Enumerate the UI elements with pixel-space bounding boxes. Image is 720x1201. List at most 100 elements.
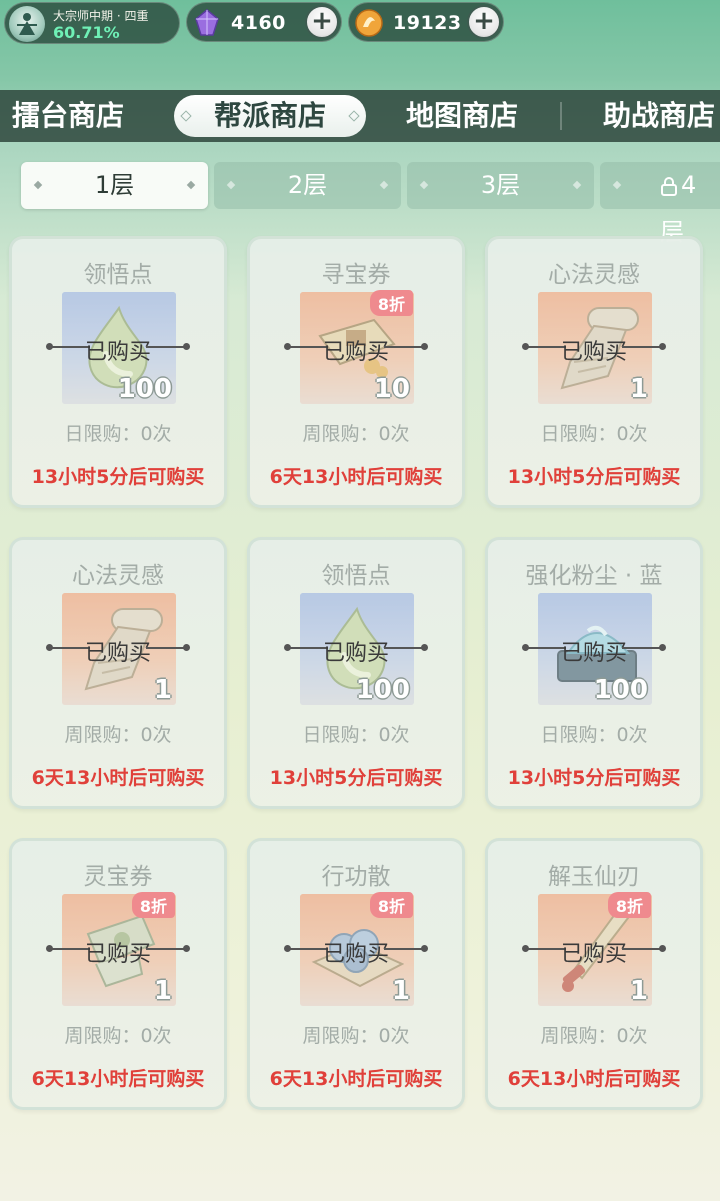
item-name: 领悟点 — [321, 563, 391, 589]
purchased-dot — [421, 343, 428, 350]
restock-timer: 6天13小时后可购买 — [507, 1068, 681, 1090]
floor-tab-label: 2层 — [287, 171, 328, 199]
sect-emblem-icon — [17, 13, 37, 35]
avatar[interactable] — [9, 6, 45, 42]
discount-badge: 8折 — [369, 290, 413, 316]
floor-tab-ornament — [186, 180, 196, 190]
item-quantity: 1 — [153, 675, 172, 705]
purchased-line — [50, 948, 90, 950]
shop-item-card[interactable]: 寻宝券 10 8折 已购买 周限购：0次 6天13小时后可购买 — [247, 236, 465, 508]
floor-tab-ornament — [33, 180, 43, 190]
restock-timer: 13小时5分后可购买 — [507, 767, 681, 789]
purchase-limit: 日限购：0次 — [64, 423, 172, 445]
floor-tab-ornament — [379, 180, 389, 190]
coin-amount: 19123 — [393, 12, 462, 34]
purchased-line — [384, 346, 424, 348]
item-quantity: 10 — [373, 374, 410, 404]
rank-progress: 60.71% — [53, 23, 120, 42]
tab-ornament-right — [348, 110, 360, 122]
item-quantity: 1 — [629, 374, 648, 404]
item-quantity: 1 — [153, 976, 172, 1006]
add-gem-button[interactable]: + — [305, 5, 339, 39]
tab-map-shop[interactable]: 地图商店 — [406, 90, 518, 142]
floor-tab-4[interactable]: 4层 — [600, 162, 720, 246]
lock-icon — [661, 177, 677, 196]
item-name: 强化粉尘 · 蓝 — [525, 563, 663, 589]
top-status-bar: 大宗师中期 · 四重 60.71% 4160 + 19123 + — [0, 0, 720, 46]
purchased-label: 已购买 — [84, 641, 151, 666]
purchased-line — [288, 346, 328, 348]
purchased-label: 已购买 — [322, 942, 389, 967]
item-quantity: 1 — [391, 976, 410, 1006]
purchased-line — [288, 948, 328, 950]
shop-item-card[interactable]: 强化粉尘 · 蓝 100 已购买 日限购：0次 13小时5分后可购买 — [485, 537, 703, 809]
discount-badge: 8折 — [131, 892, 175, 918]
purchased-line — [384, 948, 424, 950]
purchased-marker: 已购买 — [12, 635, 224, 666]
discount-badge: 8折 — [369, 892, 413, 918]
purchase-limit: 周限购：0次 — [64, 724, 172, 746]
item-name: 解玉仙刃 — [548, 864, 640, 890]
rank-title: 大宗师中期 · 四重 — [53, 9, 149, 23]
purchased-label: 已购买 — [560, 942, 627, 967]
purchased-line — [526, 647, 566, 649]
purchased-dot — [183, 644, 190, 651]
floor-tab-ornament — [226, 180, 236, 190]
shop-item-card[interactable]: 领悟点 100 已购买 日限购：0次 13小时5分后可购买 — [247, 537, 465, 809]
purchased-line — [146, 948, 186, 950]
purchased-label: 已购买 — [322, 340, 389, 365]
item-name: 行功散 — [321, 864, 391, 890]
restock-timer: 6天13小时后可购买 — [31, 767, 205, 789]
purchased-line — [526, 346, 566, 348]
shop-item-card[interactable]: 灵宝券 1 8折 已购买 周限购：0次 6天13小时后可购买 — [9, 838, 227, 1110]
purple-gem-icon — [195, 9, 219, 36]
purchased-line — [622, 948, 662, 950]
purchased-line — [384, 647, 424, 649]
tab-arena-shop[interactable]: 擂台商店 — [12, 90, 124, 142]
floor-tab-label: 3层 — [480, 171, 521, 199]
restock-timer: 13小时5分后可购买 — [31, 466, 205, 488]
item-name: 领悟点 — [83, 262, 153, 288]
purchased-line — [146, 346, 186, 348]
purchased-dot — [659, 945, 666, 952]
floor-tab-3[interactable]: 3层 — [407, 162, 594, 209]
purchased-marker: 已购买 — [488, 635, 700, 666]
rank-panel[interactable]: 大宗师中期 · 四重 60.71% — [4, 2, 180, 44]
orange-coin-icon — [355, 9, 383, 37]
purchased-marker: 已购买 — [488, 334, 700, 365]
purchased-line — [50, 647, 90, 649]
tab-guild-shop-label: 帮派商店 — [213, 99, 326, 132]
shop-item-card[interactable]: 心法灵感 1 已购买周限购：0次 6天13小时后可购买 — [9, 537, 227, 809]
tab-guild-shop[interactable]: 帮派商店 — [174, 95, 366, 137]
item-name: 心法灵感 — [548, 262, 640, 288]
item-name: 心法灵感 — [72, 563, 164, 589]
shop-tab-bar: 擂台商店 帮派商店 地图商店 助战商店 — [0, 90, 720, 142]
floor-tab-2[interactable]: 2层 — [214, 162, 401, 209]
restock-timer: 13小时5分后可购买 — [269, 767, 443, 789]
purchase-limit: 周限购：0次 — [540, 1025, 648, 1047]
restock-timer: 6天13小时后可购买 — [269, 466, 443, 488]
restock-timer: 6天13小时后可购买 — [269, 1068, 443, 1090]
restock-timer: 6天13小时后可购买 — [31, 1068, 205, 1090]
purchased-line — [622, 647, 662, 649]
purchased-marker: 已购买 — [12, 936, 224, 967]
tab-support-shop[interactable]: 助战商店 — [603, 90, 715, 142]
purchased-marker: 已购买 — [250, 635, 462, 666]
purchased-marker: 已购买 — [250, 334, 462, 365]
purchased-label: 已购买 — [560, 340, 627, 365]
shop-item-card[interactable]: 解玉仙刃 1 8折 已购买 周限购：0次 6天13小时后可购买 — [485, 838, 703, 1110]
purchased-label: 已购买 — [84, 942, 151, 967]
purchased-dot — [183, 945, 190, 952]
purchased-label: 已购买 — [322, 641, 389, 666]
item-quantity: 100 — [355, 675, 410, 705]
purchased-marker: 已购买 — [488, 936, 700, 967]
gem-currency: 4160 + — [186, 2, 342, 42]
purchased-dot — [421, 945, 428, 952]
shop-item-card[interactable]: 行功散 1 8折 已购买 周限购：0次 6天13小时后可购买 — [247, 838, 465, 1110]
add-coin-button[interactable]: + — [467, 5, 501, 39]
shop-item-card[interactable]: 心法灵感 1 已购买 日限购：0次 13小时5分后可购买 — [485, 236, 703, 508]
shop-item-card[interactable]: 领悟点 100 已购买 日限购：0次 13小时5分后可购买 — [9, 236, 227, 508]
purchased-marker: 已购买 — [250, 936, 462, 967]
purchase-limit: 日限购：0次 — [540, 423, 648, 445]
floor-tab-1[interactable]: 1层 — [21, 162, 208, 209]
